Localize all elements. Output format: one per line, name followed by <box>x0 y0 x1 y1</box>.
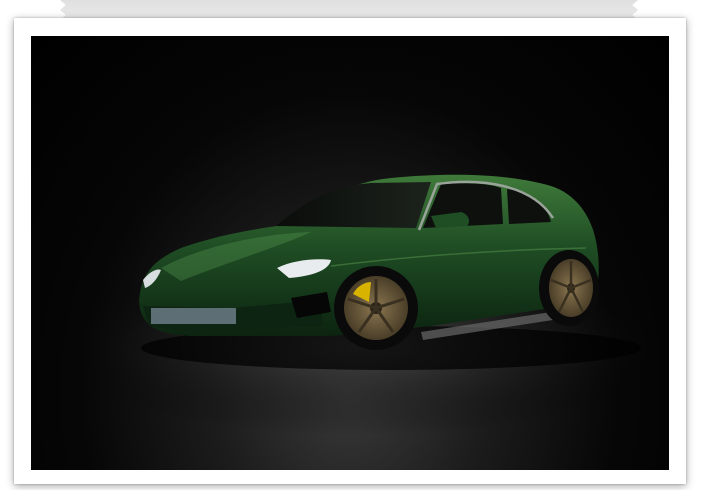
photo-frame <box>14 18 686 484</box>
car-photo <box>31 36 669 470</box>
page <box>0 0 707 490</box>
license-plate <box>151 308 236 324</box>
car-illustration <box>41 174 669 436</box>
windshield <box>276 182 431 228</box>
tape-strip <box>60 0 638 20</box>
